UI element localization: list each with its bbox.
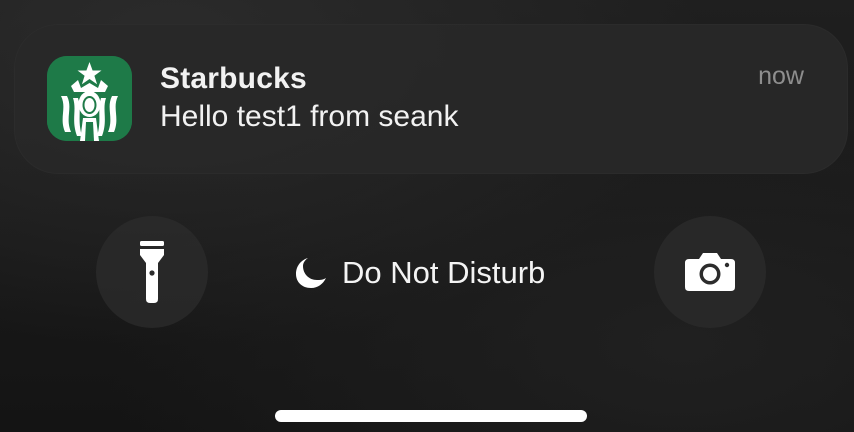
notification-card[interactable]: Starbucks Hello test1 from seank now	[14, 24, 848, 174]
notification-app-name: Starbucks	[160, 62, 307, 95]
flashlight-button[interactable]	[96, 216, 208, 328]
notification-time: now	[758, 62, 804, 90]
flashlight-icon	[140, 241, 164, 303]
home-indicator[interactable]	[275, 410, 587, 422]
do-not-disturb-status[interactable]: Do Not Disturb	[294, 250, 545, 296]
notification-message: Hello test1 from seank	[160, 100, 459, 133]
do-not-disturb-label: Do Not Disturb	[342, 255, 546, 290]
camera-button[interactable]	[654, 216, 766, 328]
camera-icon	[685, 253, 735, 291]
moon-icon	[296, 258, 326, 288]
starbucks-logo-icon	[47, 56, 132, 141]
